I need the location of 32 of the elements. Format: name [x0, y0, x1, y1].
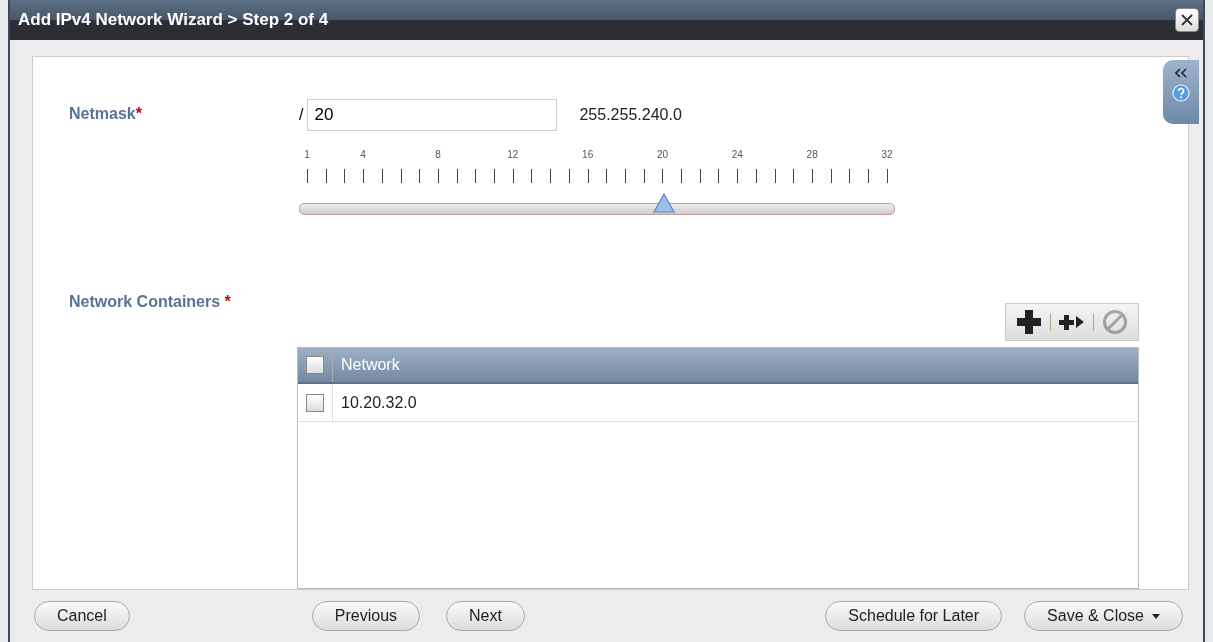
scale-label: 8 — [435, 149, 441, 160]
scale-label: 1 — [304, 149, 310, 160]
table-cell: 10.20.32.0 — [332, 384, 417, 421]
netmask-field[interactable]: 20 — [307, 99, 558, 131]
close-button[interactable] — [1175, 8, 1199, 32]
slider-thumb[interactable] — [653, 193, 676, 213]
prefix-slash: / — [299, 106, 304, 124]
caret-icon — [1152, 613, 1160, 619]
close-icon — [1180, 13, 1194, 27]
scale-label: 28 — [806, 149, 818, 160]
collapse-icon[interactable] — [1175, 68, 1187, 78]
row-checkbox[interactable] — [306, 393, 324, 412]
select-all-checkbox[interactable] — [306, 356, 324, 374]
scale-label: 16 — [582, 149, 594, 160]
netmask-value: 255.255.240.0 — [579, 106, 682, 124]
scale-label: 20 — [656, 149, 669, 160]
scale-label: 12 — [507, 149, 519, 160]
help-icon[interactable] — [1172, 84, 1190, 102]
footer-button[interactable]: Cancel — [34, 601, 130, 631]
netmask-slider[interactable] — [299, 193, 895, 215]
netmask-label: Netmask* — [69, 105, 143, 124]
footer-button[interactable]: Next — [446, 601, 525, 631]
footer-button[interactable]: Previous — [311, 601, 421, 631]
network-containers-label: Network Containers * — [69, 293, 232, 312]
scale-label: 24 — [731, 149, 743, 160]
scale-label: 4 — [360, 149, 366, 160]
menu-button[interactable]: Save & Close — [1024, 601, 1183, 631]
scale-label: 32 — [881, 149, 893, 160]
plus-arrow-icon[interactable] — [1059, 314, 1085, 330]
window-title: Add IPv4 Network Wizard > Step 2 of 4 — [18, 10, 329, 30]
footer-button[interactable]: Schedule for Later — [825, 601, 1003, 631]
plus-icon[interactable] — [1016, 309, 1042, 335]
